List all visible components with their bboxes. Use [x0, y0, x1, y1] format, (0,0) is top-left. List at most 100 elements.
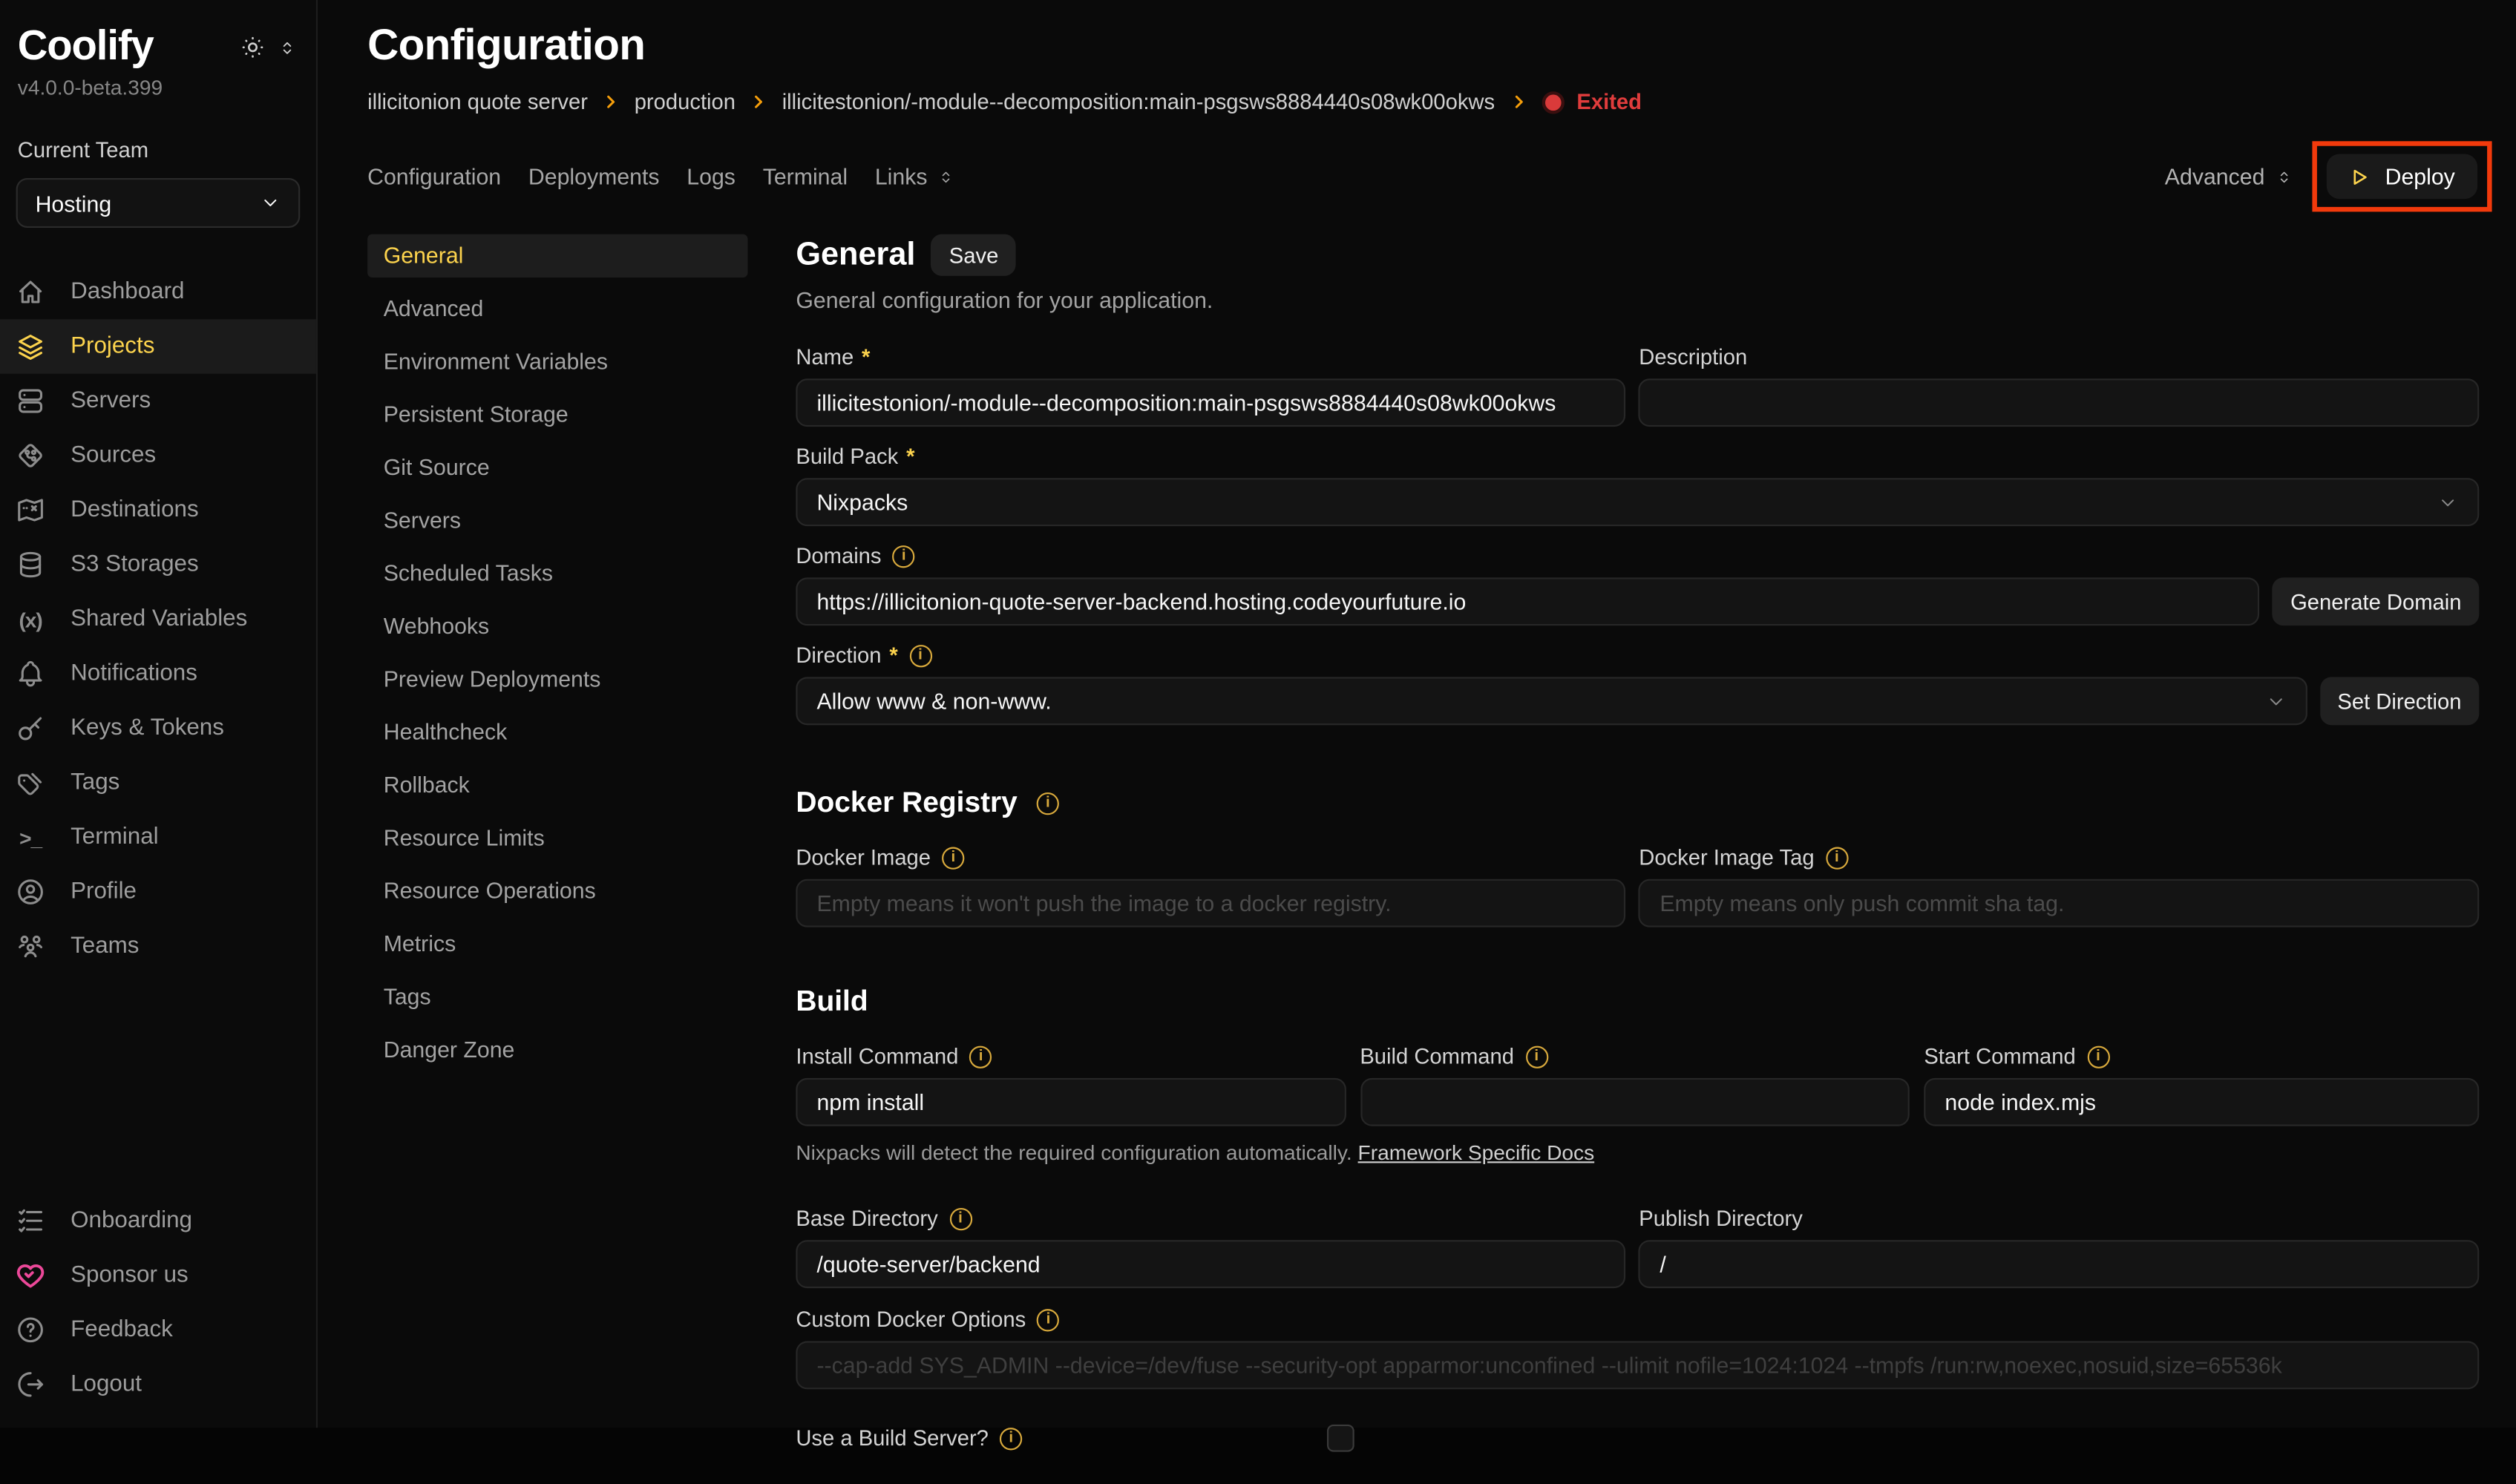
- info-icon[interactable]: i: [1037, 792, 1059, 814]
- publish-directory-input[interactable]: [1639, 1240, 2479, 1288]
- tab-configuration[interactable]: Configuration: [367, 157, 501, 196]
- subnav-git-source[interactable]: Git Source: [367, 446, 747, 489]
- set-direction-button[interactable]: Set Direction: [2320, 677, 2480, 725]
- info-icon[interactable]: i: [949, 1207, 972, 1229]
- page-title: Configuration: [367, 21, 2468, 70]
- checklist-icon: [14, 1205, 46, 1237]
- custom-docker-options-input[interactable]: [796, 1341, 2479, 1389]
- sidebar-item-s3-storages[interactable]: S3 Storages: [0, 537, 316, 592]
- subnav-rollback[interactable]: Rollback: [367, 764, 747, 807]
- subnav-servers[interactable]: Servers: [367, 499, 747, 542]
- sidebar-item-terminal[interactable]: >_ Terminal: [0, 810, 316, 865]
- tab-links-dropdown[interactable]: Links: [875, 157, 954, 196]
- description-input[interactable]: [1639, 378, 2479, 427]
- layers-icon: [14, 330, 46, 362]
- subnav-preview-deployments[interactable]: Preview Deployments: [367, 657, 747, 700]
- sidebar-item-projects[interactable]: Projects: [0, 319, 316, 374]
- tab-logs[interactable]: Logs: [687, 157, 736, 196]
- subnav-webhooks[interactable]: Webhooks: [367, 605, 747, 648]
- subnav-general[interactable]: General: [367, 234, 747, 278]
- build-pack-select[interactable]: Nixpacks: [796, 478, 2479, 526]
- breadcrumb-environment[interactable]: production: [635, 90, 736, 114]
- start-command-label: Start Command i: [1924, 1044, 2479, 1068]
- domains-label: Domains i: [796, 544, 2479, 568]
- breadcrumb-project[interactable]: illicitonion quote server: [367, 90, 588, 114]
- sidebar-item-notifications[interactable]: Notifications: [0, 646, 316, 701]
- subnav-danger-zone[interactable]: Danger Zone: [367, 1028, 747, 1071]
- general-form: General Save General configuration for y…: [796, 234, 2479, 1484]
- info-icon[interactable]: i: [2087, 1045, 2109, 1068]
- info-icon[interactable]: i: [909, 644, 931, 666]
- name-input[interactable]: [796, 378, 1626, 427]
- sidebar-item-servers[interactable]: Servers: [0, 374, 316, 429]
- use-build-server-checkbox[interactable]: [1327, 1425, 1354, 1452]
- subnav-scheduled-tasks[interactable]: Scheduled Tasks: [367, 552, 747, 595]
- advanced-dropdown[interactable]: Advanced: [2165, 164, 2294, 190]
- app-logo[interactable]: Coolify: [18, 21, 154, 70]
- subnav-environment-variables[interactable]: Environment Variables: [367, 340, 747, 383]
- deploy-button[interactable]: Deploy: [2327, 154, 2477, 200]
- tag-icon: [14, 766, 46, 798]
- sidebar-item-sources[interactable]: Sources: [0, 428, 316, 483]
- tab-terminal[interactable]: Terminal: [763, 157, 848, 196]
- save-button[interactable]: Save: [931, 234, 1016, 276]
- sidebar-item-shared-variables[interactable]: (x) Shared Variables: [0, 592, 316, 647]
- status-dot-icon: [1542, 91, 1564, 113]
- subnav-resource-operations[interactable]: Resource Operations: [367, 870, 747, 913]
- database-icon: [14, 548, 46, 580]
- info-icon[interactable]: i: [969, 1045, 992, 1068]
- subnav-tags[interactable]: Tags: [367, 975, 747, 1018]
- base-directory-input[interactable]: [796, 1240, 1626, 1288]
- info-icon[interactable]: i: [942, 846, 964, 868]
- info-icon[interactable]: i: [1000, 1427, 1022, 1449]
- start-command-input[interactable]: [1924, 1078, 2479, 1126]
- sidebar-item-dashboard[interactable]: Dashboard: [0, 265, 316, 320]
- status-badge: Exited: [1542, 90, 1642, 114]
- build-command-input[interactable]: [1360, 1078, 1910, 1126]
- braces-x-icon: (x): [14, 603, 46, 635]
- home-icon: [14, 276, 46, 308]
- breadcrumb-resource[interactable]: illicitestonion/-module--decomposition:m…: [782, 90, 1495, 114]
- help-circle-icon: [14, 1314, 46, 1346]
- sidebar-item-logout[interactable]: Logout: [0, 1357, 316, 1412]
- server-icon: [14, 385, 46, 417]
- info-icon[interactable]: i: [1826, 846, 1848, 868]
- tabs-bar: Configuration Deployments Logs Terminal …: [367, 141, 2492, 211]
- sidebar-item-teams[interactable]: Teams: [0, 919, 316, 974]
- sidebar-item-destinations[interactable]: Destinations: [0, 483, 316, 538]
- sidebar-item-feedback[interactable]: Feedback: [0, 1303, 316, 1358]
- subnav-advanced[interactable]: Advanced: [367, 287, 747, 330]
- docker-image-input[interactable]: [796, 879, 1626, 928]
- theme-select-chevrons[interactable]: [278, 36, 297, 59]
- install-command-input[interactable]: [796, 1078, 1346, 1126]
- chevron-right-icon: [602, 93, 620, 111]
- subnav-resource-limits[interactable]: Resource Limits: [367, 816, 747, 859]
- sidebar-item-sponsor[interactable]: Sponsor us: [0, 1248, 316, 1303]
- updown-chevrons-icon: [2276, 166, 2294, 187]
- tab-deployments[interactable]: Deployments: [528, 157, 660, 196]
- subnav-healthcheck[interactable]: Healthcheck: [367, 711, 747, 754]
- direction-select[interactable]: Allow www & non-www.: [796, 677, 2307, 725]
- info-icon[interactable]: i: [1037, 1308, 1059, 1330]
- info-icon[interactable]: i: [893, 545, 915, 567]
- domains-input[interactable]: [796, 577, 2260, 626]
- subnav-persistent-storage[interactable]: Persistent Storage: [367, 393, 747, 436]
- play-icon: [2350, 166, 2371, 187]
- docker-image-label: Docker Image i: [796, 845, 1626, 869]
- team-select[interactable]: Hosting: [16, 178, 301, 228]
- theme-sun-icon[interactable]: [239, 33, 266, 61]
- heart-icon: [14, 1259, 46, 1291]
- section-docker-registry-title: Docker Registry: [796, 786, 1017, 819]
- generate-domain-button[interactable]: Generate Domain: [2273, 577, 2479, 626]
- description-label: Description: [1639, 345, 2479, 369]
- subnav-metrics[interactable]: Metrics: [367, 922, 747, 965]
- info-icon[interactable]: i: [1525, 1045, 1547, 1068]
- chevron-right-icon: [750, 93, 767, 111]
- sidebar-item-profile[interactable]: Profile: [0, 864, 316, 919]
- sidebar-item-tags[interactable]: Tags: [0, 755, 316, 810]
- sidebar-item-onboarding[interactable]: Onboarding: [0, 1194, 316, 1249]
- framework-docs-link[interactable]: Framework Specific Docs: [1358, 1140, 1595, 1164]
- sidebar-item-keys-tokens[interactable]: Keys & Tokens: [0, 701, 316, 756]
- chevron-down-icon: [2437, 492, 2458, 513]
- docker-image-tag-input[interactable]: [1639, 879, 2479, 928]
